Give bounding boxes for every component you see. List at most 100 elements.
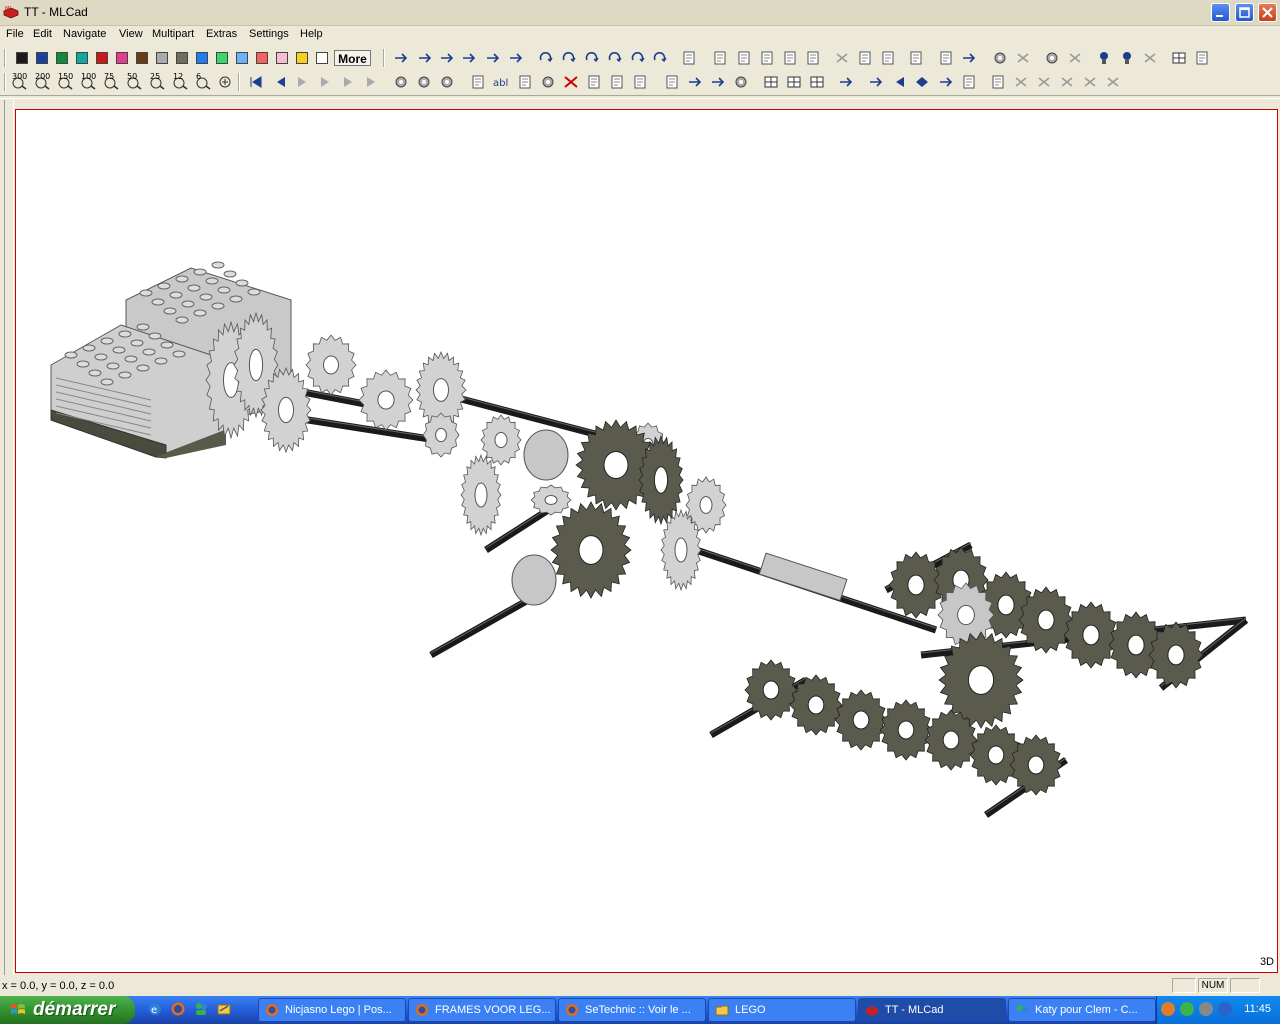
- grid-icon[interactable]: [1170, 50, 1188, 66]
- find-icon[interactable]: [392, 74, 410, 90]
- menu-file[interactable]: File: [6, 28, 24, 40]
- move-in-icon[interactable]: [484, 50, 502, 66]
- text-tool-icon[interactable]: abl: [492, 74, 510, 90]
- next-step-disabled-icon[interactable]: [340, 74, 358, 90]
- color-swatch-gray[interactable]: [156, 52, 168, 64]
- start-button[interactable]: démarrer: [0, 996, 135, 1024]
- cut-icon[interactable]: [833, 50, 851, 66]
- disabled-b-icon[interactable]: [1035, 74, 1053, 90]
- insert-part-icon[interactable]: [469, 74, 487, 90]
- move-down-icon[interactable]: [460, 50, 478, 66]
- color-swatch-teal[interactable]: [76, 52, 88, 64]
- menu-help[interactable]: Help: [300, 28, 323, 40]
- menu-multipart[interactable]: Multipart: [152, 28, 194, 40]
- open-file-icon[interactable]: [735, 50, 753, 66]
- delete-icon[interactable]: [562, 74, 580, 90]
- taskbar-item[interactable]: FRAMES VOOR LEG...: [408, 998, 556, 1022]
- tray-security-icon[interactable]: [1218, 1002, 1232, 1016]
- light-off-icon[interactable]: [1118, 50, 1136, 66]
- zoom-area-icon[interactable]: [732, 74, 750, 90]
- comment-icon[interactable]: [539, 74, 557, 90]
- move-up-icon[interactable]: [438, 50, 456, 66]
- color-swatch-dark-gray[interactable]: [176, 52, 188, 64]
- color-swatch-light-pink[interactable]: [276, 52, 288, 64]
- color-swatch-light-green[interactable]: [216, 52, 228, 64]
- menu-navigate[interactable]: Navigate: [63, 28, 106, 40]
- left-splitter[interactable]: [4, 100, 14, 975]
- maximize-button[interactable]: [1235, 3, 1254, 22]
- view-single-icon[interactable]: [762, 74, 780, 90]
- optional-line-icon[interactable]: [937, 74, 955, 90]
- last-step-disabled-icon[interactable]: [363, 74, 381, 90]
- tray-messenger-icon[interactable]: [1180, 1002, 1194, 1016]
- rewind-disabled-icon[interactable]: [294, 74, 312, 90]
- first-step-icon[interactable]: [247, 74, 265, 90]
- messenger-icon[interactable]: [193, 1001, 209, 1017]
- close-button[interactable]: [1258, 3, 1277, 22]
- zoom-6-button[interactable]: 6: [194, 72, 212, 90]
- disabled-a-icon[interactable]: [1012, 74, 1030, 90]
- color-wheel-icon[interactable]: [1043, 50, 1061, 66]
- save-as-icon[interactable]: [781, 50, 799, 66]
- paste-icon[interactable]: [879, 50, 897, 66]
- menu-settings[interactable]: Settings: [249, 28, 289, 40]
- more-colors-button[interactable]: More: [334, 50, 371, 66]
- menu-edit[interactable]: Edit: [33, 28, 52, 40]
- edit-icon[interactable]: [608, 74, 626, 90]
- rotate-neg-x-icon[interactable]: [606, 50, 624, 66]
- prev-step-icon[interactable]: [271, 74, 289, 90]
- disabled-d-icon[interactable]: [1081, 74, 1099, 90]
- pencil-icon[interactable]: [837, 74, 855, 90]
- color-swatch-white[interactable]: [316, 52, 328, 64]
- disabled-tool-icon[interactable]: [1014, 50, 1032, 66]
- color-swatch-blue[interactable]: [36, 52, 48, 64]
- copy-icon[interactable]: [856, 50, 874, 66]
- zoom-100-button[interactable]: 100: [79, 72, 97, 90]
- menu-view[interactable]: View: [119, 28, 143, 40]
- step-icon[interactable]: [516, 74, 534, 90]
- taskbar-item[interactable]: Katy pour Clem - C...: [1008, 998, 1156, 1022]
- color-swatch-yellow[interactable]: [296, 52, 308, 64]
- zoom-fit-icon[interactable]: [217, 74, 235, 90]
- triangle-tool-icon[interactable]: [890, 74, 908, 90]
- color-swatch-pink[interactable]: [116, 52, 128, 64]
- forward-disabled-icon[interactable]: [317, 74, 335, 90]
- rotate-neg-z-icon[interactable]: [651, 50, 669, 66]
- find-next-icon[interactable]: [415, 74, 433, 90]
- zoom-25-button[interactable]: 25: [148, 72, 166, 90]
- new-file-icon[interactable]: [711, 50, 729, 66]
- color-swatch-brown[interactable]: [136, 52, 148, 64]
- move-out-icon[interactable]: [507, 50, 525, 66]
- ie-icon[interactable]: e: [147, 1001, 163, 1017]
- rotate-z-icon[interactable]: [583, 50, 601, 66]
- minimize-button[interactable]: [1211, 3, 1230, 22]
- pan-icon[interactable]: [709, 74, 727, 90]
- tray-network-icon[interactable]: [1199, 1002, 1213, 1016]
- disabled-tool-3-icon[interactable]: [1141, 50, 1159, 66]
- group-icon[interactable]: [585, 74, 603, 90]
- layers-icon[interactable]: [663, 74, 681, 90]
- 3d-viewport[interactable]: 3D: [15, 109, 1278, 973]
- keyboard-icon[interactable]: [680, 50, 698, 66]
- quick-launch-icon[interactable]: [216, 1001, 232, 1017]
- tray-expand-icon[interactable]: [1161, 1002, 1175, 1016]
- taskbar-item[interactable]: TT - MLCad: [858, 998, 1006, 1022]
- color-swatch-sky-blue[interactable]: [236, 52, 248, 64]
- rotate-y-icon[interactable]: [560, 50, 578, 66]
- disabled-e-icon[interactable]: [1104, 74, 1122, 90]
- help-icon[interactable]: [960, 50, 978, 66]
- meta-command-icon[interactable]: [960, 74, 978, 90]
- rotate-neg-y-icon[interactable]: [629, 50, 647, 66]
- line-tool-icon[interactable]: [867, 74, 885, 90]
- taskbar-item[interactable]: SeTechnic :: Voir le ...: [558, 998, 706, 1022]
- camera-icon[interactable]: [1193, 50, 1211, 66]
- color-swatch-light-blue[interactable]: [196, 52, 208, 64]
- move-left-icon[interactable]: [392, 50, 410, 66]
- taskbar-item[interactable]: LEGO: [708, 998, 856, 1022]
- replace-icon[interactable]: [438, 74, 456, 90]
- submodel-icon[interactable]: [989, 74, 1007, 90]
- move-right-icon[interactable]: [416, 50, 434, 66]
- view-grid-icon[interactable]: [808, 74, 826, 90]
- disabled-tool-2-icon[interactable]: [1066, 50, 1084, 66]
- zoom-75-button[interactable]: 75: [102, 72, 120, 90]
